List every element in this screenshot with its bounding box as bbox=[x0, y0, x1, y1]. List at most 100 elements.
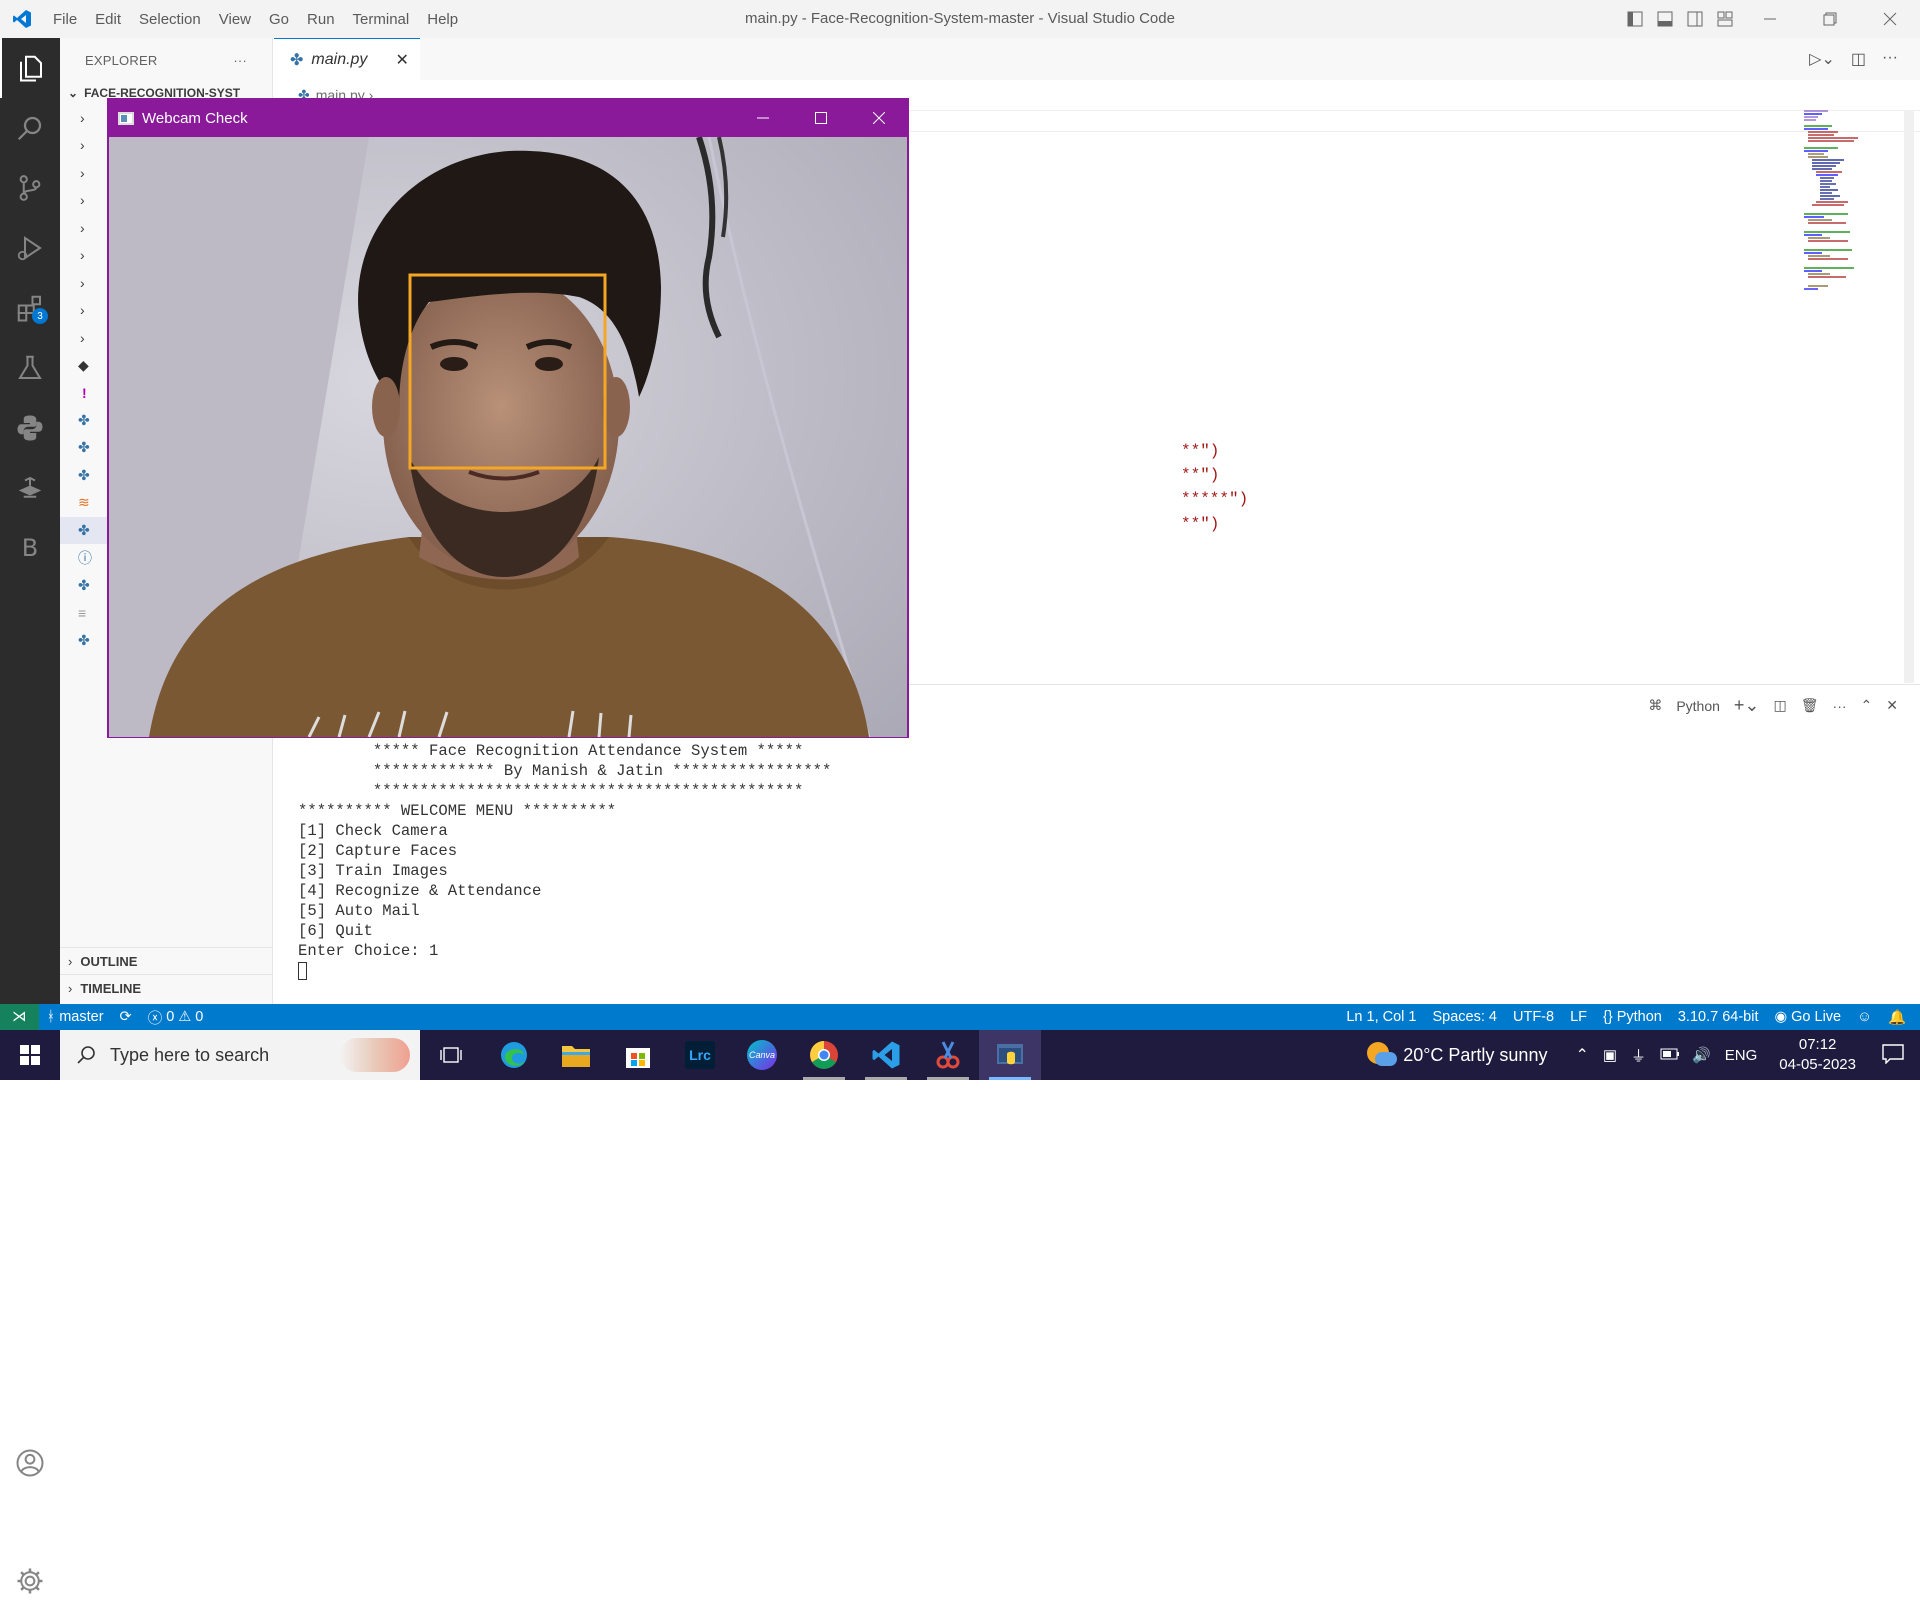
python-file-icon: ✤ bbox=[290, 51, 304, 69]
taskbar-search[interactable]: Type here to search bbox=[60, 1030, 420, 1080]
network-icon[interactable]: ⏚ bbox=[1631, 1045, 1646, 1066]
git-branch[interactable]: ᚼ master bbox=[39, 1009, 112, 1025]
python-taskbar-icon[interactable] bbox=[979, 1030, 1041, 1080]
extensions-icon[interactable]: 3 bbox=[0, 278, 60, 338]
manage-gear-icon[interactable] bbox=[0, 1551, 60, 1611]
search-placeholder: Type here to search bbox=[110, 1044, 270, 1065]
customize-layout-icon[interactable] bbox=[1710, 0, 1740, 38]
menu-edit[interactable]: Edit bbox=[86, 11, 130, 28]
branch-icon: ᚼ bbox=[46, 1009, 56, 1025]
terminal-output[interactable]: ***** Face Recognition Attendance System… bbox=[298, 741, 831, 980]
weather-text[interactable]: 20°C Partly sunny bbox=[1403, 1045, 1547, 1066]
python-interpreter[interactable]: 3.10.7 64-bit bbox=[1670, 1009, 1767, 1025]
code-line: **") bbox=[1181, 515, 1220, 533]
minimize-icon[interactable] bbox=[1740, 0, 1800, 38]
tab-main-py[interactable]: ✤ main.py ✕ bbox=[274, 38, 420, 80]
webcam-window[interactable]: Webcam Check bbox=[107, 98, 909, 738]
toggle-sidebar-icon[interactable] bbox=[1620, 0, 1650, 38]
search-icon[interactable] bbox=[0, 98, 60, 158]
go-live[interactable]: ◉ Go Live bbox=[1766, 1009, 1849, 1025]
split-editor-icon[interactable]: ◫ bbox=[1851, 49, 1866, 69]
battery-icon[interactable] bbox=[1660, 1048, 1680, 1063]
canva-icon[interactable]: Canva bbox=[731, 1030, 793, 1080]
run-debug-icon[interactable] bbox=[0, 218, 60, 278]
system-tray: 20°C Partly sunny ⌃ ▣ ⏚ 🔊 ENG 07:12 04-05… bbox=[1367, 1030, 1920, 1080]
show-hidden-icons-icon[interactable]: ⌃ bbox=[1575, 1045, 1588, 1065]
notification-center-icon[interactable] bbox=[1882, 1043, 1904, 1067]
language-indicator[interactable]: ENG bbox=[1725, 1047, 1758, 1064]
feedback-button[interactable]: ☺ bbox=[1849, 1009, 1880, 1025]
tab-label: main.py bbox=[311, 50, 368, 68]
microsoft-store-icon[interactable] bbox=[607, 1030, 669, 1080]
camera-tray-icon[interactable]: ▣ bbox=[1603, 1046, 1617, 1064]
editor-scrollbar[interactable] bbox=[1904, 110, 1914, 683]
code-line: **") bbox=[1181, 442, 1220, 460]
search-highlight-image bbox=[340, 1038, 410, 1072]
vscode-taskbar-icon[interactable] bbox=[855, 1030, 917, 1080]
webcam-close-icon[interactable] bbox=[850, 99, 908, 137]
testing-icon[interactable] bbox=[0, 338, 60, 398]
sync-button[interactable]: ⟳ bbox=[112, 1009, 140, 1025]
lightroom-classic-icon[interactable]: Lrc bbox=[669, 1030, 731, 1080]
close-panel-icon[interactable]: ✕ bbox=[1886, 697, 1898, 714]
volume-icon[interactable]: 🔊 bbox=[1692, 1046, 1711, 1064]
jupyter-icon[interactable] bbox=[0, 458, 60, 518]
editor-more-icon[interactable]: ··· bbox=[1882, 49, 1898, 69]
close-icon[interactable] bbox=[1860, 0, 1920, 38]
tab-close-icon[interactable]: ✕ bbox=[395, 50, 408, 70]
explorer-icon[interactable] bbox=[0, 38, 60, 98]
terminal-line: Enter Choice: 1 bbox=[298, 942, 439, 960]
indentation[interactable]: Spaces: 4 bbox=[1425, 1009, 1506, 1025]
toggle-secondary-sidebar-icon[interactable] bbox=[1680, 0, 1710, 38]
edge-icon[interactable] bbox=[483, 1030, 545, 1080]
menu-go[interactable]: Go bbox=[260, 11, 298, 28]
remote-indicator[interactable]: ⋊ bbox=[0, 1004, 39, 1030]
b-extension-icon[interactable]: B bbox=[0, 518, 60, 578]
toggle-panel-icon[interactable] bbox=[1650, 0, 1680, 38]
terminal-shell-icon[interactable]: ⌘ bbox=[1648, 697, 1662, 714]
menu-view[interactable]: View bbox=[210, 11, 260, 28]
menu-run[interactable]: Run bbox=[298, 11, 344, 28]
python-icon[interactable] bbox=[0, 398, 60, 458]
problems-indicator[interactable]: ⓧ 0 ⚠ 0 bbox=[140, 1007, 212, 1028]
chrome-icon[interactable] bbox=[793, 1030, 855, 1080]
cursor-position[interactable]: Ln 1, Col 1 bbox=[1338, 1009, 1424, 1025]
minimap[interactable] bbox=[1788, 110, 1898, 330]
terminal-line: [2] Capture Faces bbox=[298, 842, 458, 860]
menu-selection[interactable]: Selection bbox=[130, 11, 210, 28]
menu-help[interactable]: Help bbox=[418, 11, 467, 28]
split-terminal-icon[interactable]: ◫ bbox=[1774, 697, 1787, 714]
code-line: **") bbox=[1181, 466, 1220, 484]
language-mode[interactable]: {} Python bbox=[1595, 1009, 1670, 1025]
webcam-maximize-icon[interactable] bbox=[792, 99, 850, 137]
current-line-highlight bbox=[909, 110, 1920, 132]
clock[interactable]: 07:12 04-05-2023 bbox=[1779, 1035, 1856, 1075]
terminal-line: [4] Recognize & Attendance bbox=[298, 882, 542, 900]
start-button[interactable] bbox=[0, 1030, 60, 1080]
terminal-shell-label[interactable]: Python bbox=[1676, 698, 1720, 714]
menu-file[interactable]: File bbox=[44, 11, 86, 28]
maximize-panel-icon[interactable]: ⌃ bbox=[1861, 697, 1873, 714]
title-bar: File Edit Selection View Go Run Terminal… bbox=[0, 0, 1920, 38]
snipping-tool-icon[interactable] bbox=[917, 1030, 979, 1080]
status-bar: ⋊ ᚼ master ⟳ ⓧ 0 ⚠ 0 Ln 1, Col 1 Spaces: 4 U… bbox=[0, 1004, 1920, 1030]
webcam-minimize-icon[interactable] bbox=[734, 99, 792, 137]
kill-terminal-icon[interactable]: 🗑 bbox=[1801, 697, 1819, 714]
accounts-icon[interactable] bbox=[0, 1433, 60, 1493]
source-control-icon[interactable] bbox=[0, 158, 60, 218]
more-actions-icon[interactable]: ··· bbox=[233, 53, 247, 68]
encoding[interactable]: UTF-8 bbox=[1505, 1009, 1562, 1025]
outline-section[interactable]: › OUTLINE bbox=[60, 947, 273, 974]
broadcast-icon: ◉ bbox=[1774, 1009, 1788, 1025]
run-file-icon[interactable]: ▷⌄ bbox=[1809, 49, 1835, 69]
panel-more-icon[interactable]: ··· bbox=[1833, 698, 1847, 714]
task-view-icon[interactable] bbox=[420, 1030, 482, 1080]
clock-date: 04-05-2023 bbox=[1779, 1056, 1856, 1073]
restore-icon[interactable] bbox=[1800, 0, 1860, 38]
new-terminal-icon[interactable]: +⌄ bbox=[1734, 695, 1760, 716]
menu-terminal[interactable]: Terminal bbox=[344, 11, 419, 28]
notifications-button[interactable]: 🔔 bbox=[1880, 1009, 1920, 1026]
line-ending[interactable]: LF bbox=[1562, 1009, 1595, 1025]
timeline-section[interactable]: › TIMELINE bbox=[60, 974, 273, 1001]
file-explorer-icon[interactable] bbox=[545, 1030, 607, 1080]
